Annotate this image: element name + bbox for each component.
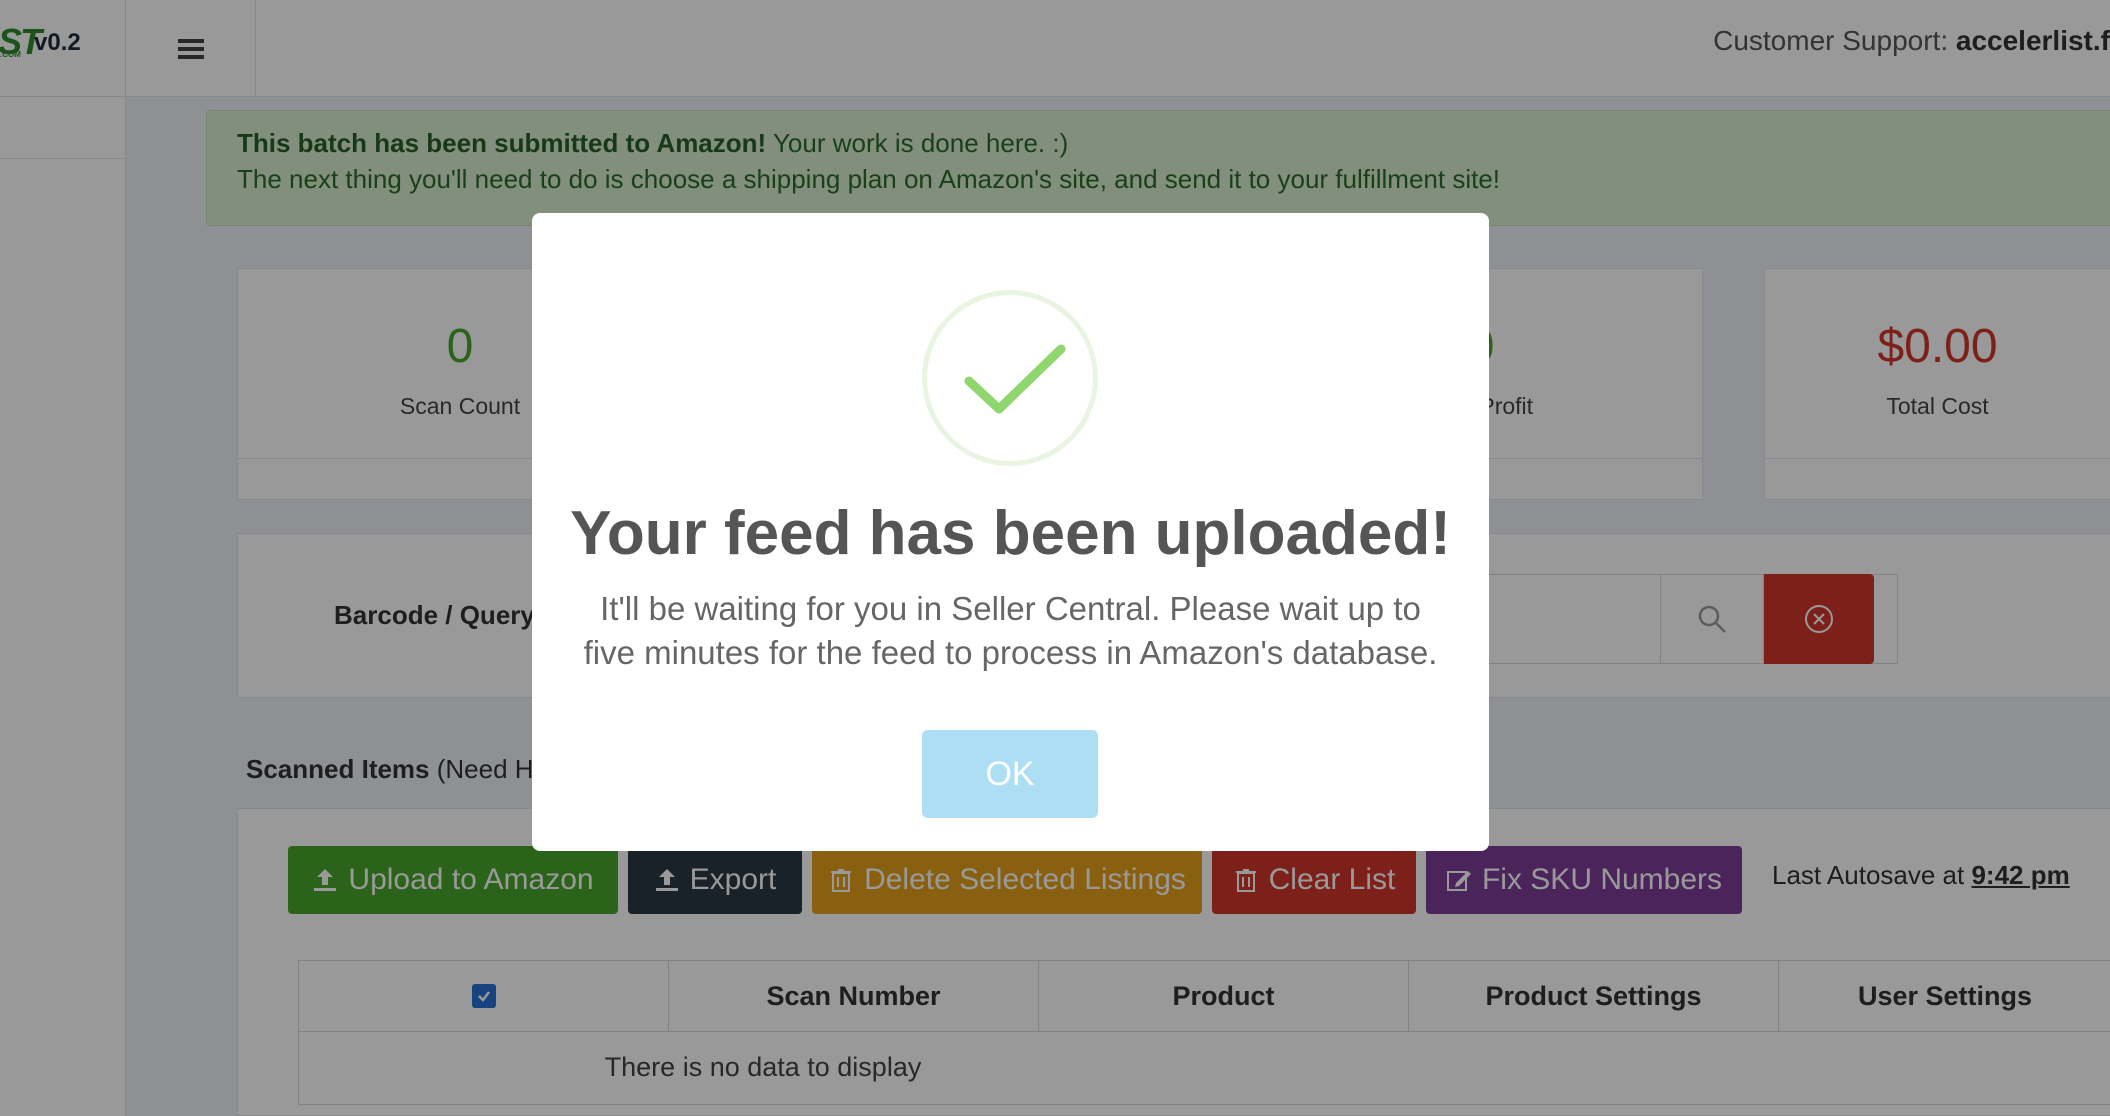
success-modal: Your feed has been uploaded! It'll be wa… [532, 213, 1489, 851]
checkmark-icon [964, 344, 1066, 414]
ok-button[interactable]: OK [922, 730, 1098, 818]
modal-title: Your feed has been uploaded! [570, 499, 1451, 568]
success-icon [922, 290, 1098, 466]
modal-message: It'll be waiting for you in Seller Centr… [583, 590, 1438, 671]
